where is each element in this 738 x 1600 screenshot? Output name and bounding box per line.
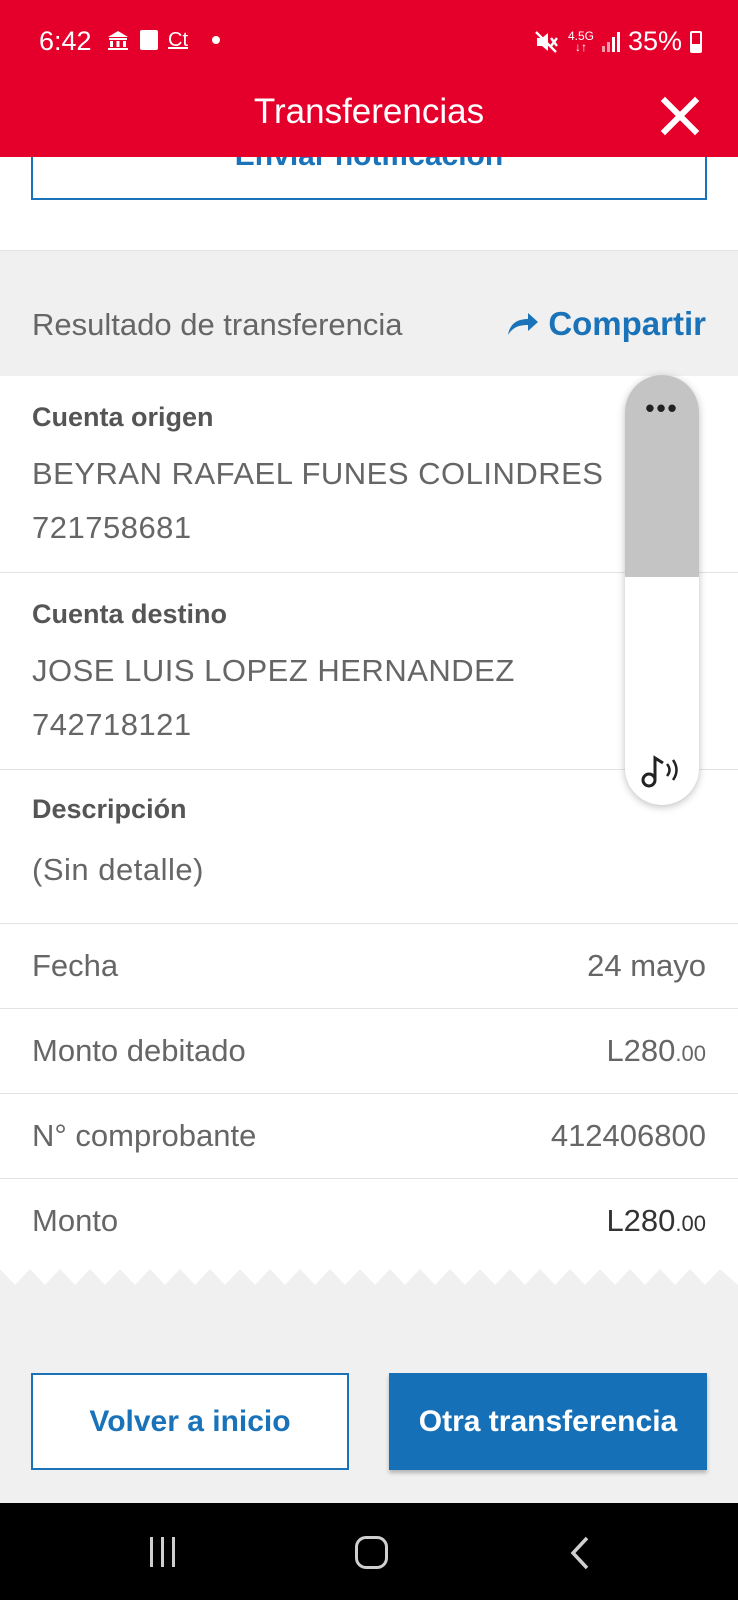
result-header: Resultado de transferencia Compartir: [0, 250, 738, 376]
receipt-number-label: N° comprobante: [32, 1118, 257, 1153]
destination-account-number: 742718121: [32, 707, 192, 742]
date-label: Fecha: [32, 948, 119, 983]
debited-amount-cents: .00: [675, 1041, 706, 1066]
destination-label: Cuenta destino: [32, 599, 228, 629]
description-section: Descripción (Sin detalle): [0, 770, 738, 924]
close-icon[interactable]: [660, 96, 700, 136]
origin-name: BEYRAN RAFAEL FUNES COLINDRES: [32, 456, 604, 491]
status-notification-icons: Ct: [106, 27, 220, 53]
result-title: Resultado de transferencia: [32, 307, 403, 342]
network-type-icon: 4.5G ↓↑: [567, 28, 594, 54]
date-row: Fecha 24 mayo: [0, 924, 738, 1009]
date-value: 24 mayo: [587, 948, 706, 983]
home-icon[interactable]: [355, 1536, 388, 1569]
battery-percent: 35%: [627, 26, 682, 56]
system-navigation-bar: [0, 1503, 738, 1600]
debited-amount-value: L280.00: [606, 1033, 706, 1069]
amount-integer: L280: [606, 1203, 676, 1238]
sim-card-icon: [140, 30, 158, 50]
mute-icon: [535, 30, 558, 53]
network-type-label: 4.5G: [567, 28, 594, 43]
share-arrow-icon: [508, 313, 539, 335]
back-icon[interactable]: [565, 1535, 595, 1571]
back-to-home-button[interactable]: Volver a inicio: [31, 1373, 349, 1470]
banking-app-icon: [108, 31, 128, 50]
share-label: Compartir: [548, 305, 706, 342]
amount-cents: .00: [675, 1211, 706, 1236]
receipt-number-row: N° comprobante 412406800: [0, 1094, 738, 1179]
status-time: 6:42: [39, 26, 92, 56]
media-volume-icon[interactable]: [639, 750, 687, 790]
destination-name: JOSE LUIS LOPEZ HERNANDEZ: [32, 653, 515, 688]
new-transfer-button[interactable]: Otra transferencia: [389, 1373, 707, 1470]
debited-amount-integer: L280: [606, 1033, 676, 1068]
origin-account-number: 721758681: [32, 510, 192, 545]
amount-label: Monto: [32, 1203, 119, 1238]
app-header: 6:42 Ct 4.5G ↓↑ 35% Transferencias: [0, 0, 738, 157]
recents-icon[interactable]: [150, 1537, 175, 1567]
description-label: Descripción: [32, 794, 187, 824]
more-options-icon[interactable]: •••: [625, 393, 699, 424]
status-system-icons: 4.5G ↓↑ 35%: [534, 26, 702, 57]
debited-amount-row: Monto debitado L280.00: [0, 1009, 738, 1094]
signal-strength-icon: [601, 31, 620, 52]
origin-label: Cuenta origen: [32, 402, 214, 432]
receipt-zigzag-edge: [0, 1269, 738, 1287]
carrier-icon: Ct: [168, 29, 188, 51]
description-value: (Sin detalle): [32, 852, 204, 887]
debited-amount-label: Monto debitado: [32, 1033, 246, 1068]
share-button[interactable]: Compartir: [506, 305, 706, 343]
status-bar: 6:42 Ct 4.5G ↓↑ 35%: [0, 0, 738, 86]
battery-icon: [690, 30, 702, 53]
amount-row: Monto L280.00: [0, 1179, 738, 1264]
volume-panel[interactable]: •••: [625, 375, 699, 805]
amount-value: L280.00: [606, 1203, 706, 1239]
page-title: Transferencias: [253, 92, 485, 131]
receipt-number-value: 412406800: [550, 1118, 706, 1153]
more-notifications-dot-icon: [212, 36, 220, 44]
